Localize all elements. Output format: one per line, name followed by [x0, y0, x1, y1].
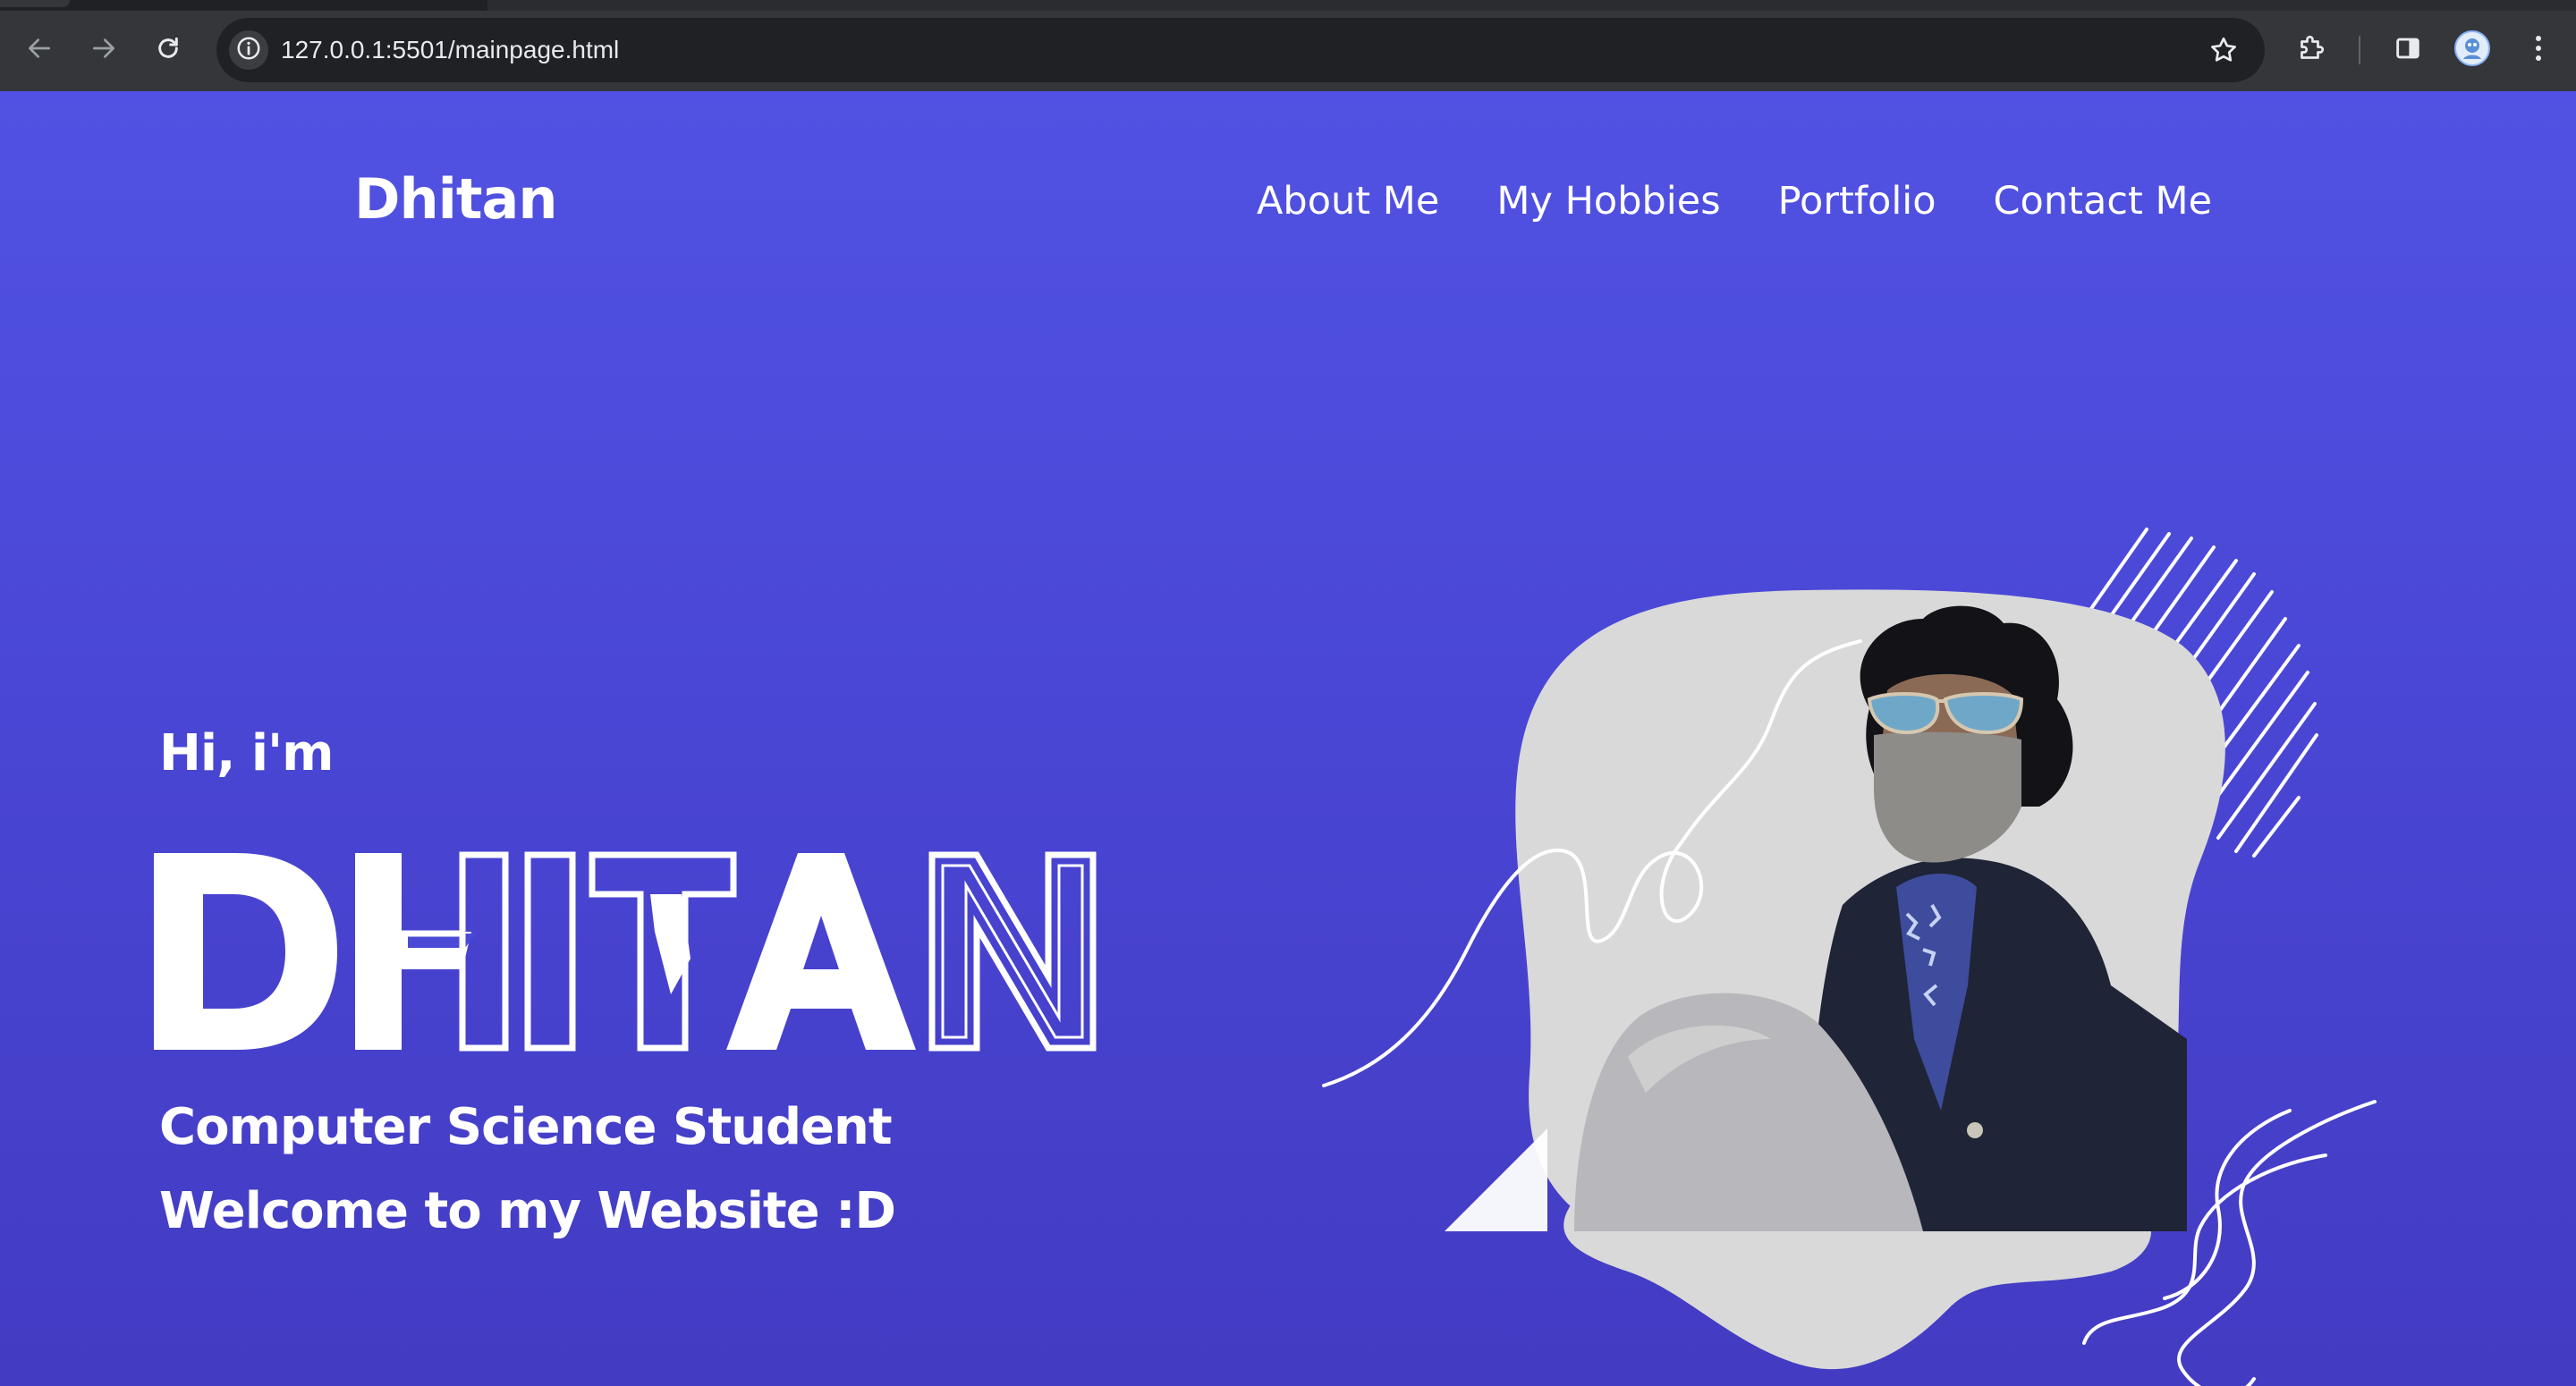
back-arrow-icon	[25, 34, 54, 66]
hero-name-graphic	[154, 851, 1097, 1052]
forward-arrow-icon	[89, 34, 118, 66]
back-button[interactable]	[20, 30, 59, 70]
reload-icon	[154, 34, 182, 66]
hero-name	[154, 851, 1097, 1052]
nav-about-me[interactable]: About Me	[1257, 179, 1439, 224]
extensions-icon	[2295, 32, 2327, 68]
main-nav: About Me My Hobbies Portfolio Contact Me	[1257, 179, 2212, 224]
address-bar[interactable]: 127.0.0.1:5501/mainpage.html	[216, 18, 2265, 82]
hero-subtitle: Computer Science Student	[159, 1098, 893, 1156]
letter-d	[154, 853, 337, 1050]
letter-n	[928, 851, 1097, 1052]
site-logo[interactable]: Dhitan	[354, 166, 557, 232]
forward-button[interactable]	[84, 30, 123, 70]
triangle-decoration	[1445, 1128, 1547, 1231]
browser-toolbar: 127.0.0.1:5501/mainpage.html	[0, 0, 2576, 91]
more-menu-button[interactable]	[2519, 30, 2558, 70]
more-menu-icon	[2533, 32, 2544, 68]
toolbar-divider	[2359, 36, 2360, 64]
extensions-button[interactable]	[2292, 30, 2331, 70]
nav-my-hobbies[interactable]: My Hobbies	[1496, 179, 1720, 224]
url-text[interactable]: 127.0.0.1:5501/mainpage.html	[281, 35, 619, 65]
tab-strip-background	[487, 0, 2576, 11]
page-viewport: Dhitan About Me My Hobbies Portfolio Con…	[0, 91, 2576, 1386]
letter-h-right	[459, 851, 509, 1052]
reload-button[interactable]	[148, 30, 188, 70]
hero-greeting: Hi, i'm	[159, 724, 335, 782]
active-tab-edge	[0, 0, 70, 7]
profile-avatar-icon	[2454, 30, 2490, 70]
site-info-button[interactable]	[229, 30, 268, 70]
nav-portfolio[interactable]: Portfolio	[1778, 179, 1936, 224]
hero-illustration	[1322, 528, 2377, 1386]
bookmark-star-icon	[2207, 37, 2240, 70]
nav-contact-me[interactable]: Contact Me	[1994, 179, 2213, 224]
letter-h-left	[355, 853, 402, 1050]
side-panel-icon	[2393, 33, 2423, 67]
letter-a	[726, 853, 916, 1050]
profile-button[interactable]	[2453, 30, 2492, 70]
letter-i	[524, 851, 576, 1052]
side-panel-button[interactable]	[2388, 30, 2428, 70]
profile-photo	[1322, 528, 2377, 1386]
bookmark-star-button[interactable]	[2207, 34, 2240, 66]
hero-welcome: Welcome to my Website :D	[159, 1182, 896, 1240]
site-info-icon	[235, 35, 262, 65]
